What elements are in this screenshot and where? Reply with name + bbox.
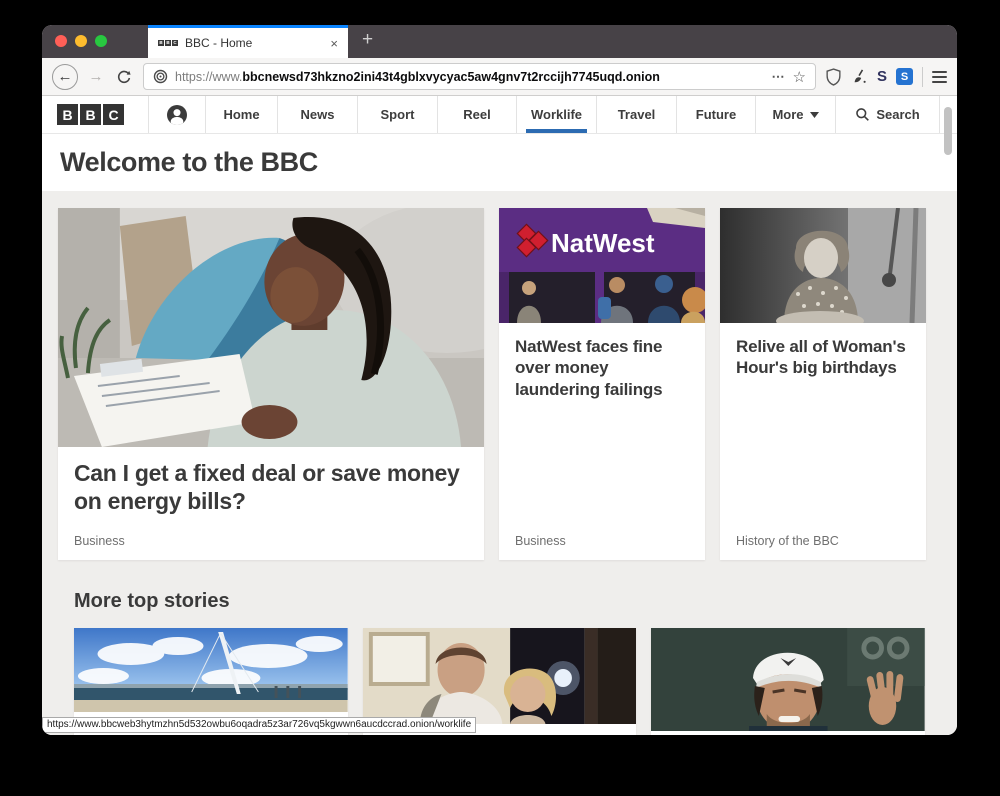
onion-site-icon [153,69,168,84]
desktop-background: BBC BBC - Home × + ← → [0,0,1000,796]
search-icon [855,107,870,122]
top-stories-section: Can I get a fixed deal or save money on … [42,191,957,735]
story-image-womans-hour-bw [720,208,926,323]
browser-tab[interactable]: BBC BBC - Home × [148,25,348,58]
bookmark-star-icon[interactable]: ☆ [793,68,806,86]
story-card-womans-hour[interactable]: Relive all of Woman's Hour's big birthda… [720,208,926,560]
page-viewport: B B C Home News Sport [42,96,957,735]
forward-button[interactable]: → [87,68,105,85]
reload-icon [116,69,132,85]
scrollbar-thumb[interactable] [944,107,952,155]
titlebar: BBC BBC - Home × + [42,25,957,58]
url-text: https://www.bbcnewsd73hkzno2ini43t4gblxv… [175,70,660,84]
clear-data-broom-icon[interactable] [851,68,868,85]
toolbar-separator [922,67,923,87]
story-image-coastal-mast [74,628,348,712]
nav-item-reel[interactable]: Reel [437,96,516,133]
new-tab-button[interactable]: + [362,29,373,51]
story-headline: Can I get a fixed deal or save money on … [74,460,468,515]
nav-item-travel[interactable]: Travel [596,96,676,133]
menu-hamburger-icon[interactable] [932,71,947,83]
page-title: Welcome to the BBC [60,147,318,178]
story-headline: NatWest faces fine over money laundering… [515,336,689,400]
story-headline: Relive all of Woman's Hour's big birthda… [736,336,910,379]
bbc-logo[interactable]: B B C [42,96,148,133]
browser-window: BBC BBC - Home × + ← → [42,25,957,735]
account-button[interactable] [148,96,205,133]
account-person-icon [166,104,188,126]
svg-text:NatWest: NatWest [551,228,655,258]
nav-item-more[interactable]: More [755,96,835,133]
story-card-tennis[interactable] [651,628,925,735]
browser-toolbar: ← → https://www.bbcnewsd73hkzno2ini43t4g… [42,58,957,96]
back-button[interactable]: ← [52,64,78,90]
nav-item-search[interactable]: Search [835,96,940,133]
nav-item-worklife-active[interactable]: Worklife [516,96,596,133]
window-controls [55,35,107,47]
nav-item-sport[interactable]: Sport [357,96,437,133]
close-window-button[interactable] [55,35,67,47]
shield-icon[interactable] [825,68,842,86]
story-tag: Business [515,534,689,548]
reload-button[interactable] [114,69,134,85]
story-image-tennis-player [651,628,925,731]
story-card-natwest[interactable]: NatWest [499,208,705,560]
story-tag: Business [74,534,468,548]
noscript-icon[interactable]: S [877,68,887,85]
story-image-natwest-branch: NatWest [499,208,705,323]
welcome-strip: Welcome to the BBC [42,134,957,191]
bbc-nav-bar: B B C Home News Sport [42,96,957,134]
bbc-favicon: BBC [158,40,178,46]
story-image-royal-couple [363,628,637,724]
extension-s-badge-icon[interactable]: S [896,68,913,85]
story-card-energy-bills[interactable]: Can I get a fixed deal or save money on … [58,208,484,560]
tab-close-icon[interactable]: × [330,36,338,51]
more-top-stories-heading: More top stories [58,590,941,613]
nav-item-future[interactable]: Future [676,96,755,133]
status-link-preview: https://www.bbcweb3hytmzhn5d532owbu6oqad… [42,717,476,733]
url-bar[interactable]: https://www.bbcnewsd73hkzno2ini43t4gblxv… [143,63,816,90]
tab-title: BBC - Home [185,36,323,50]
story-image-energy-bill [58,208,484,447]
minimize-window-button[interactable] [75,35,87,47]
zoom-window-button[interactable] [95,35,107,47]
nav-item-news[interactable]: News [277,96,357,133]
page-actions-icon[interactable]: ⋯ [772,69,786,85]
story-tag: History of the BBC [736,534,910,548]
nav-item-home[interactable]: Home [205,96,277,133]
chevron-down-icon [810,112,819,118]
active-tab-underline [526,129,587,133]
